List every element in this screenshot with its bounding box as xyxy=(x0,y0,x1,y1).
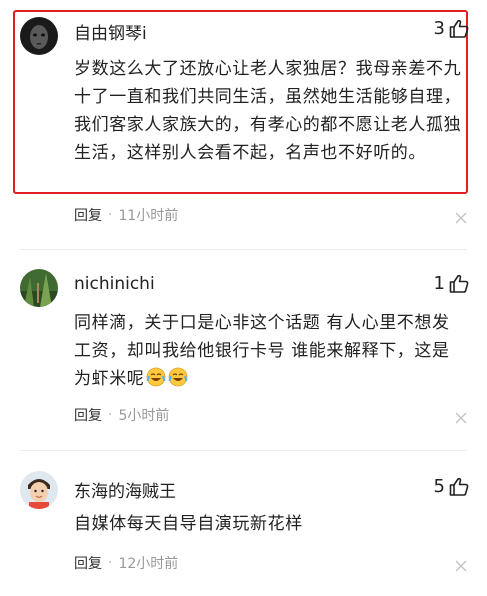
divider xyxy=(20,450,467,451)
meta-separator: · xyxy=(108,407,113,423)
reply-button[interactable]: 回复 xyxy=(74,205,102,225)
username[interactable]: nichinichi xyxy=(74,274,155,294)
like-count: 5 xyxy=(433,476,445,497)
close-icon[interactable] xyxy=(455,209,467,224)
thumbs-up-icon xyxy=(449,477,469,497)
meta-separator: · xyxy=(108,207,113,223)
timestamp: 12小时前 xyxy=(118,556,179,572)
comment-text: 同样滴，关于口是心非这个话题 有人心里不想发工资，却叫我给他银行卡号 谁能来解释… xyxy=(74,313,450,389)
close-icon[interactable] xyxy=(455,557,467,572)
reply-button[interactable]: 回复 xyxy=(74,553,102,573)
avatar[interactable] xyxy=(20,17,58,55)
like-button[interactable]: 1 xyxy=(434,273,469,294)
comment-text: 自媒体每天自导自演玩新花样 xyxy=(74,514,303,534)
username[interactable]: 自由钢琴i xyxy=(74,19,147,44)
avatar[interactable] xyxy=(20,269,58,307)
laugh-cry-emoji-icon xyxy=(146,367,166,387)
comment-meta: 回复 · 11小时前 xyxy=(74,205,178,225)
divider xyxy=(20,249,467,250)
comment-meta: 回复 · 5小时前 xyxy=(74,405,169,425)
comment-text: 岁数这么大了还放心让老人家独居？我母亲差不九十了一直和我们共同生活，虽然她生活能… xyxy=(74,59,462,163)
timestamp: 11小时前 xyxy=(118,208,179,224)
comment-meta: 回复 · 12小时前 xyxy=(74,553,178,573)
username[interactable]: 东海的海贼王 xyxy=(74,477,176,502)
close-icon[interactable] xyxy=(455,409,467,424)
like-button[interactable]: 5 xyxy=(434,476,469,497)
meta-separator: · xyxy=(108,555,113,571)
thumbs-up-icon xyxy=(449,19,469,39)
like-count: 1 xyxy=(433,273,445,294)
like-count: 3 xyxy=(433,18,445,39)
like-button[interactable]: 3 xyxy=(434,18,469,39)
timestamp: 5小时前 xyxy=(118,408,170,424)
comment-text-block: 同样滴，关于口是心非这个话题 有人心里不想发工资，却叫我给他银行卡号 谁能来解释… xyxy=(74,309,466,393)
laugh-cry-emoji-icon xyxy=(168,367,188,387)
reply-button[interactable]: 回复 xyxy=(74,405,102,425)
avatar[interactable] xyxy=(20,471,58,509)
thumbs-up-icon xyxy=(449,274,469,294)
